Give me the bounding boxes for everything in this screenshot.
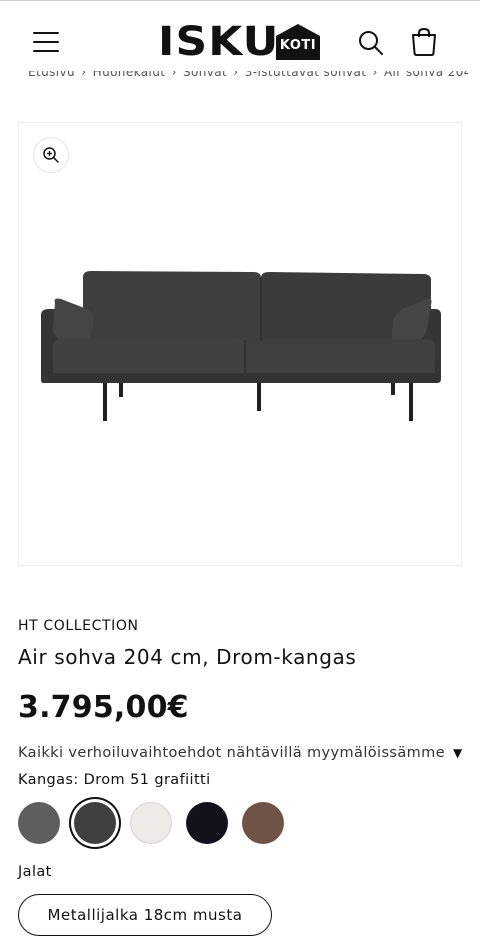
upholstery-options-toggle[interactable]: Kaikki verhoiluvaihtoehdot nähtävillä my… [18, 745, 463, 761]
menu-button[interactable] [30, 26, 62, 58]
product-title: Air sohva 204 cm, Drom-kangas [18, 645, 357, 669]
search-icon [359, 31, 383, 55]
caret-down-icon: ▼ [453, 746, 463, 760]
breadcrumb-separator: › [233, 71, 239, 79]
fabric-swatch[interactable] [186, 802, 228, 844]
hamburger-icon-line [33, 41, 59, 43]
logo-koti-text: KOTI [279, 38, 317, 53]
site-header: ISKU KOTI [0, 0, 480, 80]
breadcrumb-separator: › [171, 71, 177, 79]
isku-koti-logo[interactable]: ISKU KOTI [158, 22, 320, 62]
legs-label: Jalat [18, 864, 52, 880]
product-price: 3.795,00€ [18, 690, 189, 725]
breadcrumb-separator: › [81, 71, 87, 79]
breadcrumb-separator: › [372, 71, 378, 79]
logo-wordmark: ISKU [158, 19, 280, 65]
cart-icon [412, 27, 436, 56]
breadcrumb-item-furniture[interactable]: Huonekalut [93, 71, 166, 79]
breadcrumb-item-current: Air sohva 204 [383, 71, 468, 79]
hamburger-icon [33, 32, 59, 34]
breadcrumb-item-home[interactable]: Etusivu [28, 71, 75, 79]
zoom-in-icon [43, 147, 59, 163]
fabric-swatch[interactable] [18, 802, 60, 844]
zoom-button[interactable] [33, 137, 69, 173]
sofa-product-image [41, 271, 441, 421]
search-button[interactable] [356, 28, 386, 58]
cart-button[interactable] [408, 26, 440, 58]
hamburger-icon-line [33, 50, 59, 52]
product-image-frame[interactable] [18, 122, 462, 566]
breadcrumb: Etusivu › Huonekalut › Sohvat › 3-istutt… [28, 71, 468, 85]
breadcrumb-item-3-seat-sofas[interactable]: 3-istuttavat sohvat [245, 71, 367, 79]
logo-house-icon: KOTI [274, 22, 322, 62]
fabric-swatch[interactable] [74, 802, 116, 844]
legs-option-button[interactable]: Metallijalka 18cm musta [18, 894, 272, 936]
fabric-swatch[interactable] [130, 802, 172, 844]
product-vendor: HT COLLECTION [18, 618, 139, 634]
legs-option-label: Metallijalka 18cm musta [47, 906, 243, 924]
fabric-label: Kangas: Drom 51 grafiitti [18, 772, 211, 788]
breadcrumb-item-sofas[interactable]: Sohvat [183, 71, 227, 79]
fabric-swatch[interactable] [242, 802, 284, 844]
upholstery-note-text: Kaikki verhoiluvaihtoehdot nähtävillä my… [18, 745, 446, 761]
